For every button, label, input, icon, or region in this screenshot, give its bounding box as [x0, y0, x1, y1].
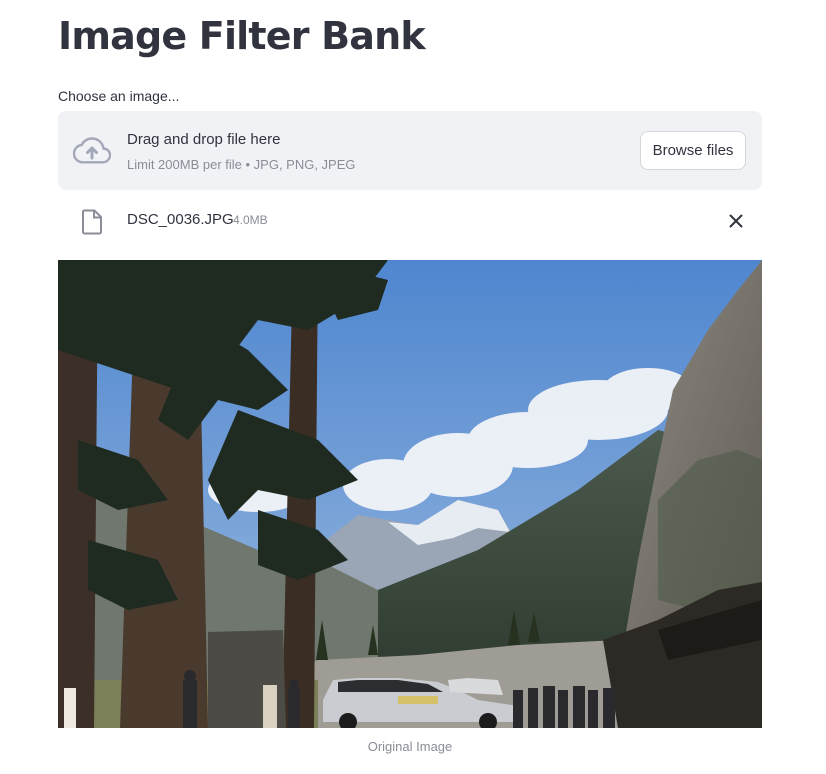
browse-files-button[interactable]: Browse files [640, 131, 746, 170]
file-uploader-label: Choose an image... [58, 88, 180, 104]
close-icon[interactable] [726, 211, 746, 231]
landscape-photo [58, 260, 762, 728]
dropzone-instructions: Drag and drop file here [127, 131, 281, 148]
uploaded-image [58, 260, 762, 728]
dropzone-limits: Limit 200MB per file • JPG, PNG, JPEG [127, 157, 356, 172]
page-title: Image Filter Bank [58, 14, 426, 58]
cloud-upload-icon [73, 137, 111, 164]
file-name: DSC_0036.JPG [127, 211, 234, 228]
file-dropzone[interactable]: Drag and drop file here Limit 200MB per … [58, 111, 762, 190]
file-size: 4.0MB [233, 213, 268, 227]
image-caption: Original Image [367, 739, 453, 754]
uploaded-file-row: DSC_0036.JPG 4.0MB [58, 200, 762, 242]
file-icon [82, 209, 102, 235]
